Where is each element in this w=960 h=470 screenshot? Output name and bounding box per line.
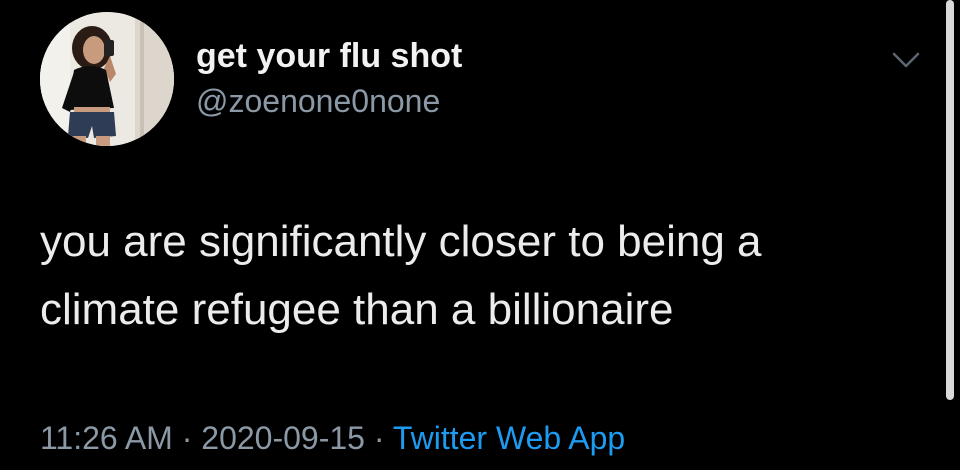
tweet-text-line: you are significantly closer to being a bbox=[40, 217, 762, 266]
tweet-text: you are significantly closer to being a … bbox=[40, 208, 920, 344]
tweet-card: get your flu shot @zoenone0none you are … bbox=[0, 0, 960, 470]
display-name[interactable]: get your flu shot bbox=[196, 36, 462, 76]
scrollbar[interactable] bbox=[946, 0, 954, 400]
user-handle[interactable]: @zoenone0none bbox=[196, 82, 440, 120]
avatar-photo bbox=[40, 12, 174, 146]
meta-separator: · bbox=[172, 420, 202, 456]
tweet-date[interactable]: 2020-09-15 bbox=[201, 420, 365, 456]
meta-separator: · bbox=[364, 420, 393, 456]
tweet-meta: 11:26 AM · 2020-09-15 · Twitter Web App bbox=[40, 418, 625, 458]
tweet-text-line: climate refugee than a billionaire bbox=[40, 285, 674, 334]
avatar[interactable] bbox=[40, 12, 174, 146]
chevron-down-icon[interactable] bbox=[890, 48, 922, 72]
tweet-time[interactable]: 11:26 AM bbox=[40, 420, 173, 456]
tweet-source-link[interactable]: Twitter Web App bbox=[393, 420, 625, 456]
